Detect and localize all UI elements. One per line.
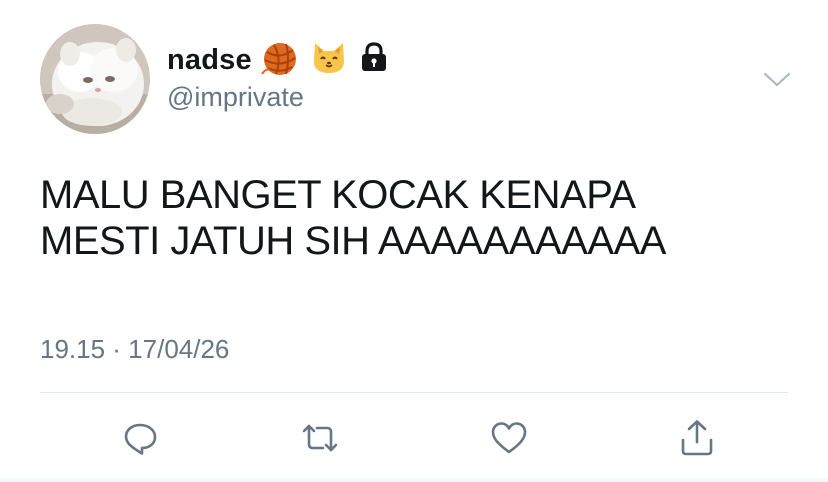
- cat-face-icon: [310, 39, 348, 82]
- retweet-button[interactable]: [298, 416, 342, 460]
- share-icon: [681, 420, 713, 456]
- chevron-down-icon[interactable]: [760, 64, 794, 94]
- display-name[interactable]: nadse: [167, 44, 252, 77]
- tweet-timestamp[interactable]: 19.15 · 17/04/26: [40, 334, 229, 365]
- like-button[interactable]: [487, 416, 531, 460]
- tweet-action-bar: [0, 412, 828, 462]
- reply-button[interactable]: [119, 416, 163, 460]
- divider: [40, 392, 788, 393]
- avatar-cat-image: [40, 24, 150, 134]
- bottom-separator: [0, 478, 828, 482]
- retweet-icon: [302, 424, 338, 452]
- heart-icon: [491, 422, 527, 454]
- author-name-row: nadse: [167, 40, 400, 80]
- comment-icon: [124, 423, 157, 455]
- yarn-icon: [260, 38, 300, 83]
- share-button[interactable]: [675, 416, 719, 460]
- user-handle[interactable]: @imprivate: [167, 82, 304, 113]
- avatar[interactable]: [40, 24, 150, 134]
- lock-icon: [358, 41, 390, 80]
- tweet-text: MALU BANGET KOCAK KENAPA MESTI JATUH SIH…: [40, 173, 666, 263]
